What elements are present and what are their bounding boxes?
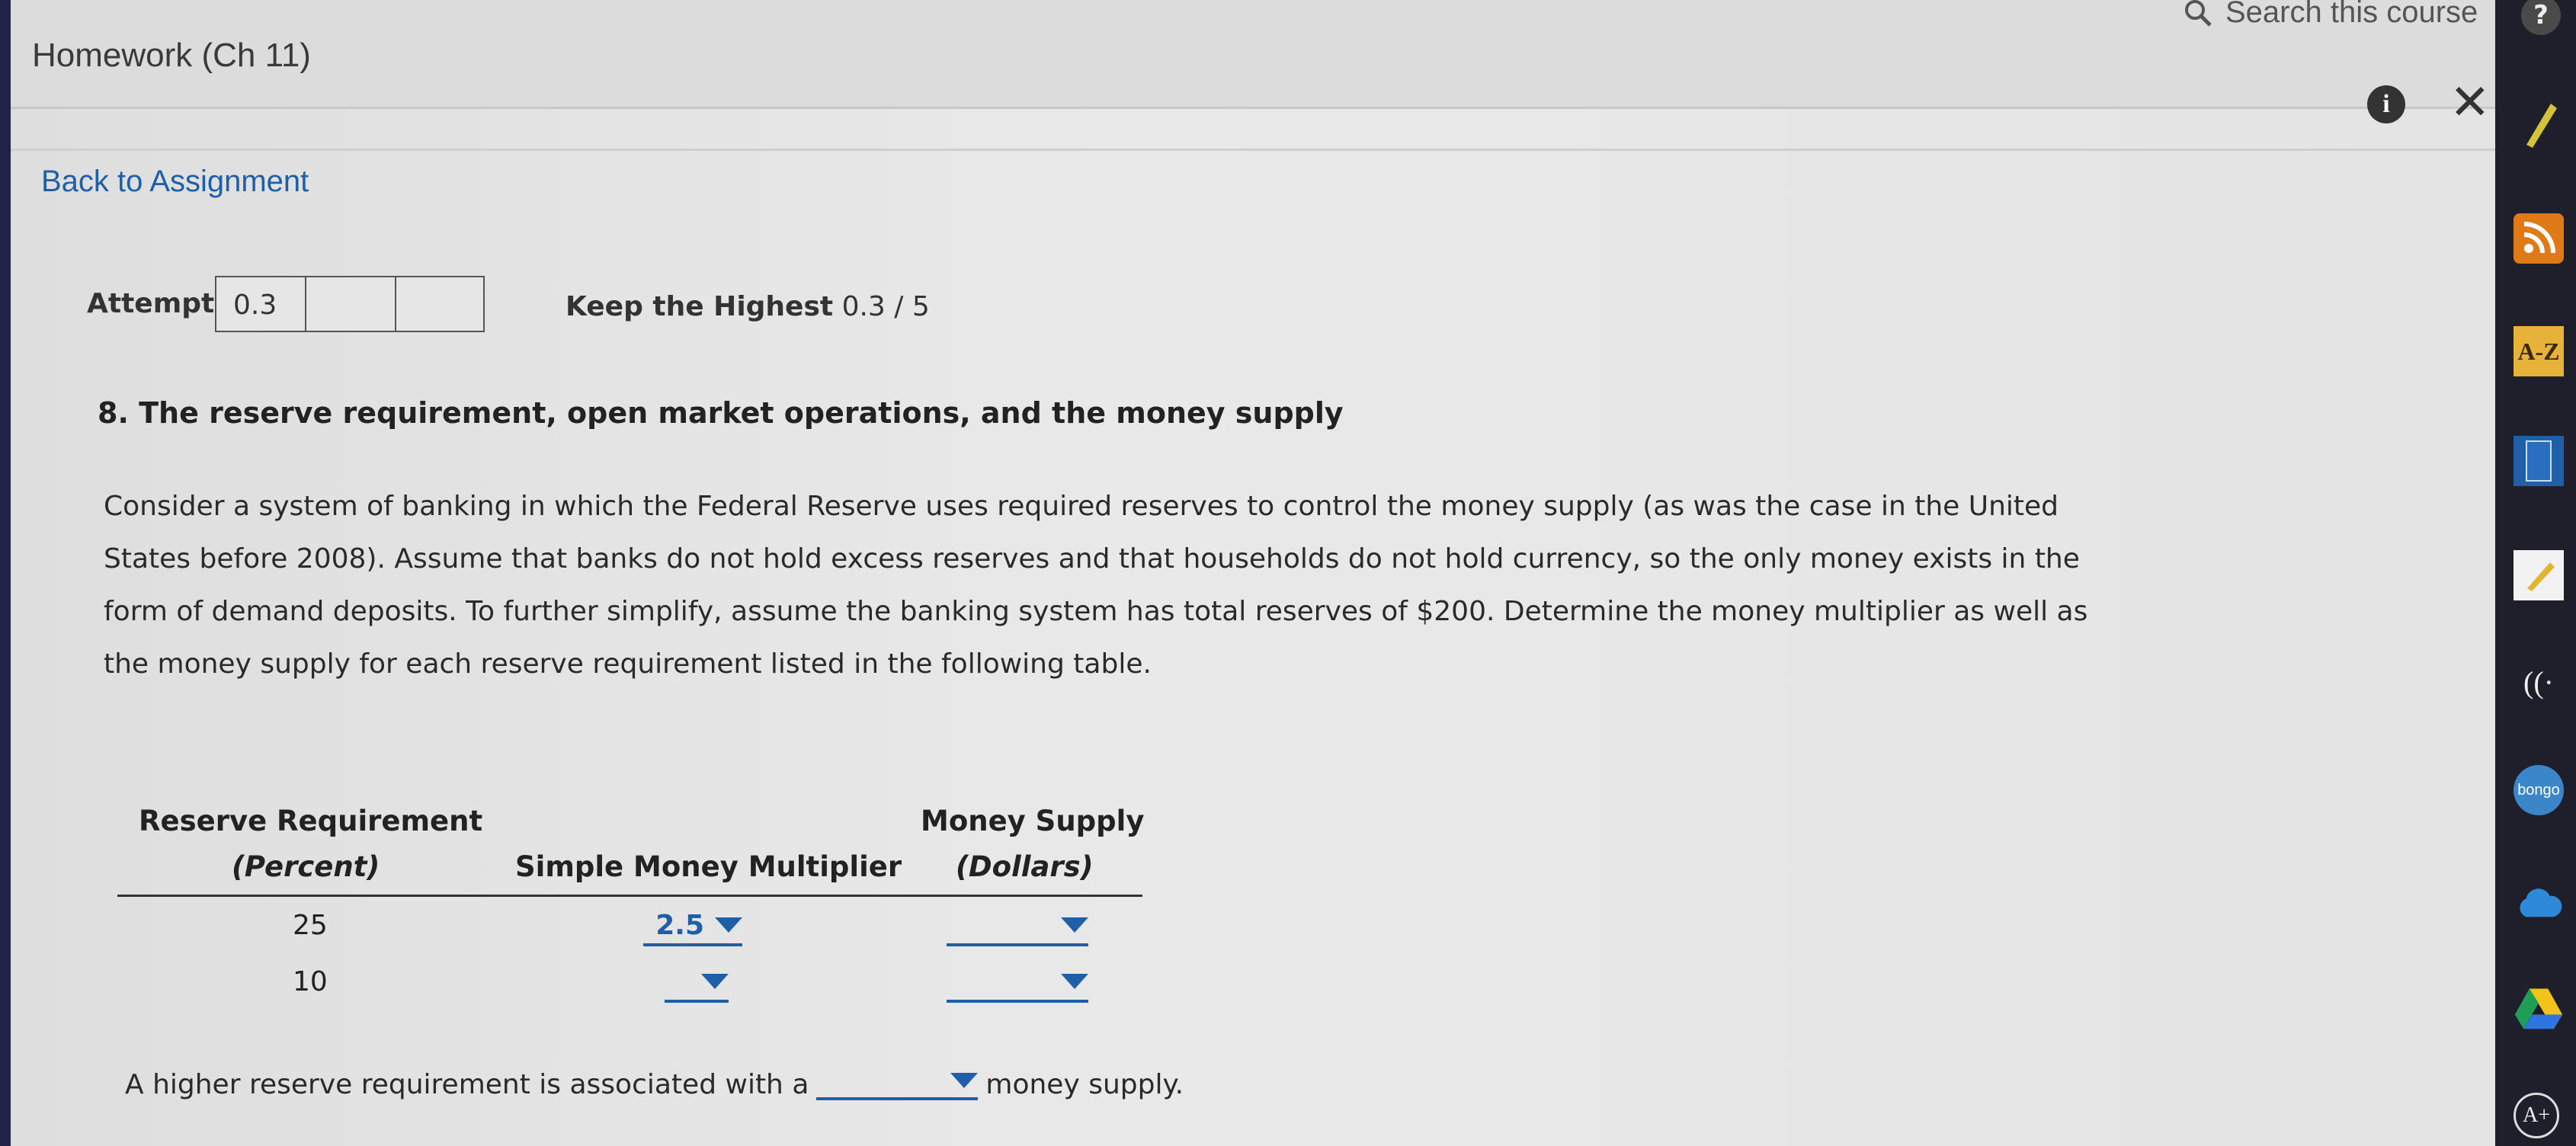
col-header-reserve: Reserve Requirement: [139, 805, 483, 837]
keep-highest-value: 0.3 / 5: [841, 291, 930, 322]
attempt-score-1: 0.3: [215, 276, 305, 332]
bongo-icon[interactable]: bongo: [2514, 765, 2564, 815]
row1-multiplier-dropdown[interactable]: 2.5: [643, 907, 742, 946]
a-z-icon[interactable]: A-Z: [2514, 326, 2564, 376]
row2-reserve: 10: [293, 966, 328, 997]
col-header-multiplier: Simple Money Multiplier: [515, 850, 902, 883]
row1-money-supply-dropdown[interactable]: [947, 907, 1088, 946]
attempts-boxes: 0.3: [215, 276, 485, 332]
divider: [11, 149, 2495, 151]
conclusion-after: money supply.: [985, 1069, 1184, 1100]
signal-icon[interactable]: ((·: [2514, 657, 2564, 707]
drive-icon[interactable]: [2514, 983, 2564, 1033]
col-header-reserve-unit: (Percent): [232, 850, 380, 883]
search-icon: [2185, 0, 2212, 27]
row2-money-supply-dropdown[interactable]: [947, 963, 1088, 1003]
question-body: Consider a system of banking in which th…: [104, 491, 2088, 680]
search-placeholder: Search this course: [2225, 0, 2478, 29]
back-to-assignment-link[interactable]: Back to Assignment: [41, 165, 309, 199]
row1-multiplier-value: 2.5: [655, 909, 704, 941]
cloud-icon[interactable]: [2514, 878, 2564, 928]
keep-highest-label: Keep the Highest: [566, 291, 834, 322]
accessibility-icon[interactable]: A+: [2514, 1093, 2559, 1138]
header-bar: Homework (Ch 11) Search this course: [11, 0, 2495, 109]
search-box[interactable]: Search this course: [2183, 0, 2478, 30]
book-icon[interactable]: [2514, 436, 2564, 486]
attempts-label: Attempts: [87, 288, 231, 319]
assignment-panel: Homework (Ch 11) Search this course i ✕ …: [11, 0, 2495, 1146]
chevron-down-icon: [950, 1073, 979, 1088]
chevron-down-icon: [1061, 974, 1088, 989]
chevron-down-icon: [701, 974, 729, 989]
chevron-down-icon: [715, 917, 742, 933]
page-title: Homework (Ch 11): [32, 37, 311, 74]
conclusion-before: A higher reserve requirement is associat…: [125, 1069, 809, 1100]
table-header-rule: [117, 895, 1142, 897]
notes-icon[interactable]: [2514, 550, 2564, 600]
chevron-down-icon: [1061, 917, 1088, 933]
rss-icon[interactable]: [2514, 213, 2564, 264]
attempt-score-2: [305, 276, 395, 332]
col-header-money-supply: Money Supply: [921, 805, 1145, 837]
close-icon[interactable]: ✕: [2449, 76, 2491, 130]
conclusion-sentence: A higher reserve requirement is associat…: [125, 1064, 1184, 1100]
info-icon[interactable]: i: [2367, 85, 2405, 123]
attempt-score-3: [395, 276, 485, 332]
keep-highest: Keep the Highest 0.3 / 5: [566, 291, 930, 322]
row2-multiplier-dropdown[interactable]: [665, 963, 729, 1003]
row1-reserve: 25: [293, 910, 328, 941]
left-edge: [0, 0, 11, 1146]
question-title: 8. The reserve requirement, open market …: [98, 396, 1344, 430]
col-header-money-supply-unit: (Dollars): [956, 850, 1094, 883]
help-icon[interactable]: ?: [2521, 0, 2561, 35]
pencil-icon[interactable]: [2514, 99, 2564, 149]
conclusion-dropdown[interactable]: [816, 1064, 979, 1100]
right-dock: ? A-Z ((· bongo A+: [2495, 0, 2576, 1146]
